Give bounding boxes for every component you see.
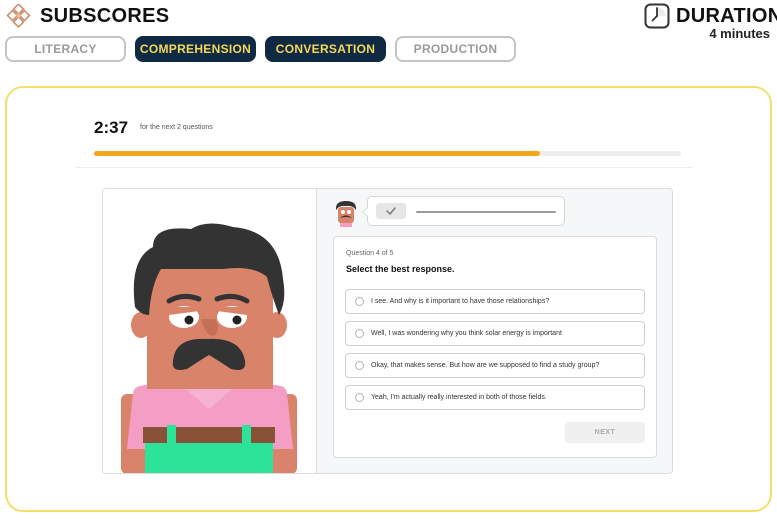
duration-title: DURATION xyxy=(676,5,777,27)
answer-option-text: Okay, that makes sense. But how are we s… xyxy=(371,362,600,369)
divider xyxy=(76,167,692,168)
audio-bubble xyxy=(362,196,565,226)
diamond-grid-icon xyxy=(6,4,31,29)
answer-option-text: I see. And why is it important to have t… xyxy=(371,298,550,305)
answer-option[interactable]: Well, I was wondering why you think sola… xyxy=(345,321,645,346)
answer-option[interactable]: Yeah, I'm actually really interested in … xyxy=(345,385,645,410)
question-prompt: Select the best response. xyxy=(346,264,455,274)
answer-option-text: Yeah, I'm actually really interested in … xyxy=(371,394,547,401)
radio-button[interactable] xyxy=(355,393,364,402)
subscores-title: SUBSCORES xyxy=(40,5,170,27)
character-illustration xyxy=(121,223,297,473)
radio-button[interactable] xyxy=(355,297,364,306)
radio-button[interactable] xyxy=(355,329,364,338)
clock-icon xyxy=(644,3,670,29)
pill-comprehension[interactable]: COMPREHENSION xyxy=(135,36,256,62)
answer-option-text: Well, I was wondering why you think sola… xyxy=(371,330,562,337)
play-button[interactable] xyxy=(376,203,406,219)
question-panel: Question 4 of 5 Select the best response… xyxy=(317,189,672,473)
question-card: Question 4 of 5 Select the best response… xyxy=(102,188,673,474)
pill-conversation[interactable]: CONVERSATION xyxy=(265,36,386,62)
timer-note: for the next 2 questions xyxy=(140,124,213,131)
answer-option[interactable]: I see. And why is it important to have t… xyxy=(345,289,645,314)
question-counter: Question 4 of 5 xyxy=(346,250,394,257)
timer: 2:37 xyxy=(94,118,129,137)
answer-option[interactable]: Okay, that makes sense. But how are we s… xyxy=(345,353,645,378)
pill-production[interactable]: PRODUCTION xyxy=(395,36,516,62)
checkmark-icon xyxy=(386,207,396,215)
audio-track xyxy=(416,211,556,213)
question-box: Question 4 of 5 Select the best response… xyxy=(333,236,657,458)
progress-fill xyxy=(94,151,541,156)
character-avatar xyxy=(333,201,359,227)
pill-literacy[interactable]: LITERACY xyxy=(5,36,126,62)
duration-value: 4 minutes xyxy=(709,26,770,41)
radio-button[interactable] xyxy=(355,361,364,370)
next-button[interactable]: NEXT xyxy=(565,422,645,443)
character-panel xyxy=(103,189,317,473)
progress-bar xyxy=(94,151,681,156)
